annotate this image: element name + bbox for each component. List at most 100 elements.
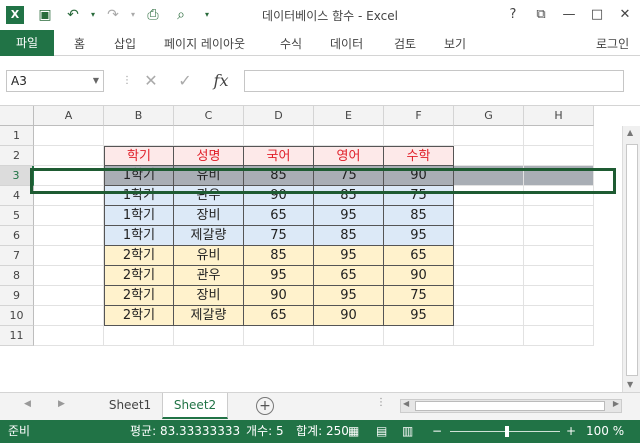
row-header-10[interactable]: 10 xyxy=(0,306,34,326)
cell-f2[interactable]: 수학 xyxy=(384,146,454,166)
cell-e11[interactable] xyxy=(314,326,384,346)
row-header-2[interactable]: 2 xyxy=(0,146,34,166)
cell-a2[interactable] xyxy=(34,146,104,166)
cell-f5[interactable]: 85 xyxy=(384,206,454,226)
cell-d5[interactable]: 65 xyxy=(244,206,314,226)
row-header-3[interactable]: 3 xyxy=(0,166,34,186)
cell-a6[interactable] xyxy=(34,226,104,246)
cancel-icon[interactable]: ✕ xyxy=(140,70,162,92)
zoom-out-icon[interactable]: − xyxy=(432,424,442,439)
cell-g1[interactable] xyxy=(454,126,524,146)
cell-e5[interactable]: 95 xyxy=(314,206,384,226)
cell-g8[interactable] xyxy=(454,266,524,286)
cell-a8[interactable] xyxy=(34,266,104,286)
cell-d11[interactable] xyxy=(244,326,314,346)
redo-icon[interactable]: ↷ xyxy=(104,6,122,24)
tab-insert[interactable]: 삽입 xyxy=(114,34,136,54)
redo-dropdown-icon[interactable]: ▾ xyxy=(124,6,142,24)
cell-g6[interactable] xyxy=(454,226,524,246)
cell-d7[interactable]: 85 xyxy=(244,246,314,266)
zoom-in-icon[interactable]: + xyxy=(566,424,576,439)
zoom-slider[interactable] xyxy=(450,426,560,437)
zoom-level[interactable]: 100 % xyxy=(586,424,624,439)
cell-c6[interactable]: 제갈량 xyxy=(174,226,244,246)
column-header-c[interactable]: C xyxy=(174,106,244,126)
zoom-slider-thumb[interactable] xyxy=(505,426,509,437)
cell-b10[interactable]: 2학기 xyxy=(104,306,174,326)
cell-a1[interactable] xyxy=(34,126,104,146)
row-header-6[interactable]: 6 xyxy=(0,226,34,246)
select-all-corner[interactable] xyxy=(0,106,34,126)
cell-g10[interactable] xyxy=(454,306,524,326)
cell-b1[interactable] xyxy=(104,126,174,146)
normal-view-icon[interactable]: ▦ xyxy=(348,424,359,439)
maximize-button[interactable]: □ xyxy=(586,6,608,24)
horizontal-scrollbar[interactable]: ◀ ▶ xyxy=(400,399,622,413)
tab-data[interactable]: 데이터 xyxy=(330,34,363,54)
cell-b5[interactable]: 1학기 xyxy=(104,206,174,226)
column-header-d[interactable]: D xyxy=(244,106,314,126)
cell-f11[interactable] xyxy=(384,326,454,346)
scroll-left-icon[interactable]: ◀ xyxy=(403,399,409,408)
close-button[interactable]: ✕ xyxy=(614,6,636,24)
scroll-tabs-left-icon[interactable]: ◀ xyxy=(24,399,31,409)
cell-d6[interactable]: 75 xyxy=(244,226,314,246)
horizontal-scroll-thumb[interactable] xyxy=(415,401,605,411)
tab-home[interactable]: 홈 xyxy=(74,34,85,54)
page-break-view-icon[interactable]: ▥ xyxy=(402,424,413,439)
cell-g2[interactable] xyxy=(454,146,524,166)
cell-a5[interactable] xyxy=(34,206,104,226)
cell-e6[interactable]: 85 xyxy=(314,226,384,246)
column-header-b[interactable]: B xyxy=(104,106,174,126)
cell-b7[interactable]: 2학기 xyxy=(104,246,174,266)
scroll-up-icon[interactable]: ▲ xyxy=(627,128,633,137)
cell-h1[interactable] xyxy=(524,126,594,146)
cell-b2[interactable]: 학기 xyxy=(104,146,174,166)
column-header-f[interactable]: F xyxy=(384,106,454,126)
cell-c5[interactable]: 장비 xyxy=(174,206,244,226)
page-layout-view-icon[interactable]: ▤ xyxy=(376,424,387,439)
cell-c7[interactable]: 유비 xyxy=(174,246,244,266)
cell-f8[interactable]: 90 xyxy=(384,266,454,286)
cell-b6[interactable]: 1학기 xyxy=(104,226,174,246)
tab-page-layout[interactable]: 페이지 레이아웃 xyxy=(164,34,245,54)
cell-e7[interactable]: 95 xyxy=(314,246,384,266)
cell-h9[interactable] xyxy=(524,286,594,306)
cell-f1[interactable] xyxy=(384,126,454,146)
cell-d9[interactable]: 90 xyxy=(244,286,314,306)
tab-view[interactable]: 보기 xyxy=(444,34,466,54)
cell-d2[interactable]: 국어 xyxy=(244,146,314,166)
cell-d10[interactable]: 65 xyxy=(244,306,314,326)
row-header-11[interactable]: 11 xyxy=(0,326,34,346)
ribbon-display-button[interactable]: ⧉ xyxy=(530,6,552,24)
row-header-5[interactable]: 5 xyxy=(0,206,34,226)
cell-e10[interactable]: 90 xyxy=(314,306,384,326)
tab-review[interactable]: 검토 xyxy=(394,34,416,54)
cell-h6[interactable] xyxy=(524,226,594,246)
cell-h8[interactable] xyxy=(524,266,594,286)
row-header-8[interactable]: 8 xyxy=(0,266,34,286)
column-header-h[interactable]: H xyxy=(524,106,594,126)
help-button[interactable]: ? xyxy=(502,6,524,24)
row-header-9[interactable]: 9 xyxy=(0,286,34,306)
add-sheet-icon[interactable]: + xyxy=(256,397,274,415)
row-header-4[interactable]: 4 xyxy=(0,186,34,206)
cell-f9[interactable]: 75 xyxy=(384,286,454,306)
cell-e9[interactable]: 95 xyxy=(314,286,384,306)
cell-e1[interactable] xyxy=(314,126,384,146)
formula-input[interactable] xyxy=(244,70,624,92)
cell-b9[interactable]: 2학기 xyxy=(104,286,174,306)
print-preview-icon[interactable]: ⌕ xyxy=(172,6,190,24)
cell-g9[interactable] xyxy=(454,286,524,306)
cell-c1[interactable] xyxy=(174,126,244,146)
tab-formulas[interactable]: 수식 xyxy=(280,34,302,54)
cell-a7[interactable] xyxy=(34,246,104,266)
scroll-down-icon[interactable]: ▼ xyxy=(627,380,633,389)
tab-file[interactable]: 파일 xyxy=(0,30,54,56)
scroll-tabs-right-icon[interactable]: ▶ xyxy=(58,399,65,409)
sheet-tab-sheet1[interactable]: Sheet1 xyxy=(100,393,160,417)
cell-h10[interactable] xyxy=(524,306,594,326)
cell-g11[interactable] xyxy=(454,326,524,346)
cell-b11[interactable] xyxy=(104,326,174,346)
minimize-button[interactable]: — xyxy=(558,6,580,24)
